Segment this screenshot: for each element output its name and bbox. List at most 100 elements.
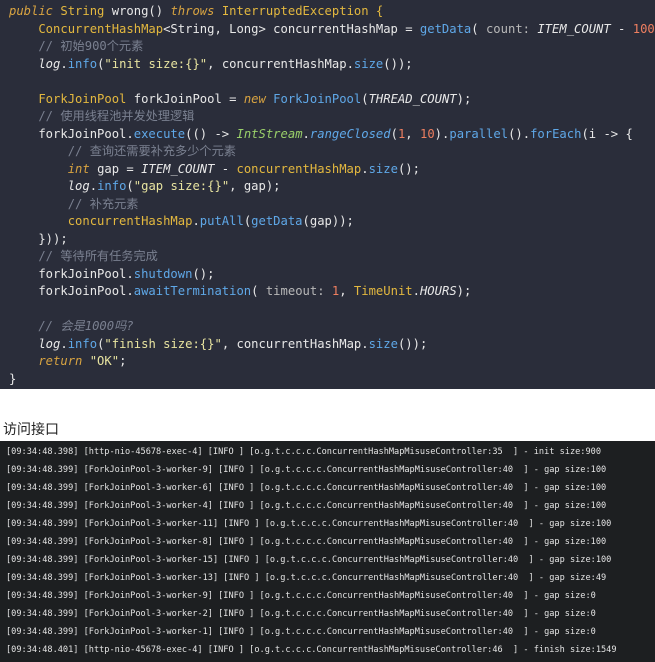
code-token: - — [610, 21, 633, 36]
code-token: wrong() — [111, 4, 171, 18]
code-token: 100 — [632, 21, 655, 36]
code-line: log.info("finish size:{}", concurrentHas… — [0, 336, 655, 354]
code-token: forkJoinPool. — [9, 126, 134, 141]
code-token: })); — [9, 231, 68, 246]
code-token: forEach — [530, 126, 582, 141]
code-token: info — [67, 56, 98, 71]
code-token: . — [89, 179, 98, 193]
code-token: "gap size:{}" — [133, 179, 230, 193]
code-token: TimeUnit — [353, 284, 413, 298]
code-token: 10 — [419, 126, 435, 141]
code-token: "init size:{}" — [104, 56, 208, 71]
log-line: [09:34:48.399] [ForkJoinPool-3-worker-8]… — [6, 537, 607, 547]
code-token: // 会是1000吗? — [9, 319, 134, 333]
code-token: HOURS — [419, 284, 457, 298]
code-token: log — [9, 336, 61, 351]
log-line: [09:34:48.399] [ForkJoinPool-3-worker-9]… — [6, 465, 607, 475]
code-token: size — [353, 56, 384, 71]
code-line: } — [0, 371, 655, 389]
code-token: ( — [361, 91, 369, 106]
code-token: ( — [471, 21, 486, 36]
code-token: awaitTermination — [133, 284, 252, 298]
code-token: concurrentHashMap — [9, 214, 193, 228]
code-token: , gap); — [229, 179, 281, 193]
code-token: shutdown — [133, 266, 193, 281]
code-token: ConcurrentHashMap — [9, 21, 164, 36]
code-token: THREAD_COUNT — [368, 91, 457, 106]
code-line: forkJoinPool.awaitTermination( timeout: … — [0, 283, 655, 301]
code-token: , — [405, 126, 420, 141]
section-label: 访问接口 — [3, 422, 59, 438]
code-editor-panel: public String wrong() throws Interrupted… — [0, 0, 655, 389]
code-token: public — [9, 4, 61, 18]
code-token: InterruptedException { — [221, 4, 384, 18]
code-token: ; — [119, 354, 127, 368]
code-token: new — [243, 91, 274, 106]
code-line: public String wrong() throws Interrupted… — [0, 3, 655, 21]
code-line: ForkJoinPool forkJoinPool = new ForkJoin… — [0, 91, 655, 109]
code-token: . — [192, 214, 200, 228]
code-token: ). — [434, 126, 450, 141]
code-token: getData — [251, 214, 303, 228]
log-line: [09:34:48.399] [ForkJoinPool-3-worker-13… — [6, 573, 607, 583]
code-token: ()); — [383, 56, 413, 71]
code-token: int — [9, 161, 98, 176]
code-line: log.info("gap size:{}", gap); — [0, 178, 655, 196]
code-line: concurrentHashMap.putAll(getData(gap)); — [0, 213, 655, 231]
code-token: (); — [397, 161, 420, 176]
code-token: // 初始900个元素 — [9, 39, 144, 53]
code-token: ); — [456, 91, 472, 106]
code-line: })); — [0, 231, 655, 249]
code-token: getData — [419, 21, 472, 36]
code-token: count: — [485, 21, 538, 36]
code-token: , concurrentHashMap. — [207, 56, 354, 71]
code-token: rangeClosed — [309, 126, 391, 141]
code-token: putAll — [199, 214, 244, 228]
log-line: [09:34:48.401] [http-nio-45678-exec-4] [… — [6, 645, 617, 655]
code-token: "OK" — [89, 354, 120, 368]
log-line: [09:34:48.399] [ForkJoinPool-3-worker-9]… — [6, 591, 596, 601]
log-line: [09:34:48.399] [ForkJoinPool-3-worker-2]… — [6, 609, 596, 619]
log-line: [09:34:48.399] [ForkJoinPool-3-worker-11… — [6, 519, 612, 529]
code-line: log.info("init size:{}", concurrentHashM… — [0, 56, 655, 74]
code-token: ForkJoinPool — [273, 91, 362, 106]
code-token: // 使用线程池并发处理逻辑 — [9, 109, 195, 123]
code-token: IntStream — [236, 126, 303, 141]
code-token: return — [9, 354, 90, 368]
code-token: ( — [126, 179, 134, 193]
code-line: forkJoinPool.execute(() -> IntStream.ran… — [0, 126, 655, 144]
code-line: // 等待所有任务完成 — [0, 248, 655, 266]
code-token: size — [368, 161, 398, 176]
code-line: // 查询还需要补充多少个元素 — [0, 143, 655, 161]
code-token: ( — [251, 284, 266, 298]
code-token: size — [368, 336, 398, 351]
code-token: info — [97, 179, 127, 193]
code-token: ()); — [397, 336, 428, 351]
code-token: (); — [192, 266, 215, 281]
code-token: , — [339, 284, 354, 298]
code-line: return "OK"; — [0, 353, 655, 371]
code-line: int gap = ITEM_COUNT - concurrentHashMap… — [0, 161, 655, 179]
code-token: ); — [456, 284, 472, 298]
code-token: log — [9, 56, 61, 71]
console-log-panel: [09:34:48.398] [http-nio-45678-exec-4] [… — [0, 441, 655, 662]
code-token: // 补充元素 — [9, 196, 139, 211]
code-token: . — [361, 161, 369, 176]
code-line: forkJoinPool.shutdown(); — [0, 266, 655, 284]
code-token: // 查询还需要补充多少个元素 — [9, 144, 236, 158]
log-line: [09:34:48.399] [ForkJoinPool-3-worker-4]… — [6, 501, 607, 511]
code-line: // 初始900个元素 — [0, 38, 655, 56]
code-token: parallel — [449, 126, 509, 141]
code-token: (gap)); — [302, 214, 354, 228]
code-token: timeout: — [265, 284, 332, 298]
code-token: - — [214, 161, 237, 176]
code-token: throws — [170, 4, 222, 18]
code-token: (i -> { — [581, 126, 633, 141]
log-line: [09:34:48.398] [http-nio-45678-exec-4] [… — [6, 447, 601, 457]
code-token: } — [9, 371, 17, 386]
code-token: log — [9, 179, 90, 193]
code-token: forkJoinPool. — [9, 284, 134, 298]
code-token: ITEM_COUNT — [141, 161, 215, 176]
code-line: ConcurrentHashMap<String, Long> concurre… — [0, 21, 655, 39]
